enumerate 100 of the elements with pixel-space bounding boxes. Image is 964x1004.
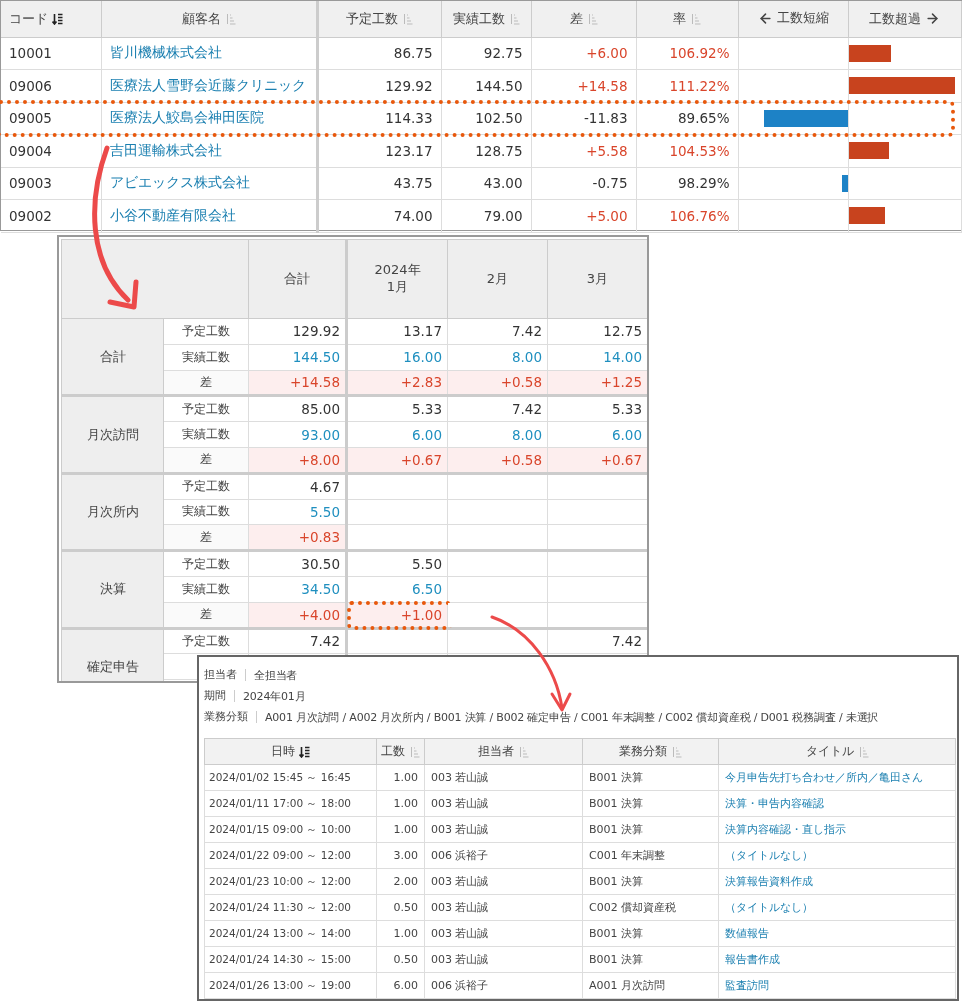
customer-link[interactable]: 吉田運輸株式会社 [101, 134, 317, 167]
value-cell: 5.33 [346, 395, 448, 422]
row-label: 実績工数 [163, 576, 249, 603]
value-cell: 34.50 [248, 576, 347, 603]
value-cell: 85.00 [248, 395, 347, 422]
sort-icon[interactable] [857, 745, 869, 758]
column-header[interactable]: 率 [673, 9, 686, 28]
value-cell: 7.42 [447, 395, 548, 422]
value-cell: 30.50 [248, 550, 347, 577]
sort-icon[interactable] [690, 12, 701, 25]
hours-cell: 0.50 [376, 894, 425, 921]
staff-cell: 003 若山誠 [424, 816, 583, 843]
diff-cell: +14.58 [531, 69, 636, 102]
category-cell: C001 年末調整 [582, 842, 719, 869]
arrow-right-icon [925, 11, 940, 27]
column-header[interactable]: 担当者 [478, 744, 514, 759]
rate-cell: 89.65% [636, 102, 738, 135]
datetime-cell: 2024/01/02 15:45 ～ 16:45 [204, 764, 377, 791]
code-cell: 09004 [1, 134, 101, 167]
title-link[interactable]: 数値報告 [718, 920, 956, 947]
sort-icon[interactable] [402, 12, 413, 25]
customer-link[interactable]: 医療法人雪野会近藤クリニック [101, 69, 317, 102]
rate-cell: 111.22% [636, 69, 738, 102]
datetime-cell: 2024/01/15 09:00 ～ 10:00 [204, 816, 377, 843]
group-label: 確定申告 [61, 628, 164, 681]
customer-link[interactable]: 皆川機械株式会社 [101, 37, 317, 70]
sort-icon[interactable] [586, 12, 598, 25]
sort-icon[interactable] [671, 745, 682, 758]
sort-descending-icon[interactable] [52, 12, 63, 25]
table-cell: 79.00 [441, 199, 531, 232]
hours-cell: 3.00 [376, 842, 425, 869]
code-cell: 09006 [1, 69, 101, 102]
category-cell: B001 決算 [582, 764, 719, 791]
datetime-cell: 2024/01/22 09:00 ～ 12:00 [204, 842, 377, 869]
code-cell: 09002 [1, 199, 101, 232]
value-cell: 6.00 [547, 421, 647, 448]
value-cell: 16.00 [346, 344, 448, 371]
title-link[interactable]: 決算内容確認・直し指示 [718, 816, 956, 843]
column-header[interactable]: 顧客名 [181, 9, 221, 28]
title-link[interactable]: （タイトルなし） [718, 894, 956, 921]
category-cell: B001 決算 [582, 790, 719, 817]
table-cell: 123.17 [317, 134, 441, 167]
column-header[interactable]: タイトル [805, 744, 854, 759]
title-link[interactable]: 監査訪問 [718, 972, 956, 999]
staff-cell: 006 浜裕子 [424, 972, 583, 999]
rate-cell: 98.29% [636, 167, 738, 200]
row-label: 実績工数 [163, 421, 249, 448]
customer-link[interactable]: 小谷不動産有限会社 [101, 199, 317, 232]
title-link[interactable]: （タイトルなし） [718, 842, 956, 869]
table-cell: 102.50 [441, 102, 531, 135]
customer-link[interactable]: アビエックス株式会社 [101, 167, 317, 200]
value-cell: +0.58 [447, 447, 548, 474]
value-cell: 6.50 [346, 576, 448, 603]
customer-link[interactable]: 医療法人鮫島会神田医院 [101, 102, 317, 135]
hours-cell: 6.00 [376, 972, 425, 999]
value-cell: 6.00 [346, 421, 448, 448]
title-link[interactable]: 報告書作成 [718, 946, 956, 973]
value-cell: 14.00 [547, 344, 647, 371]
row-label: 予定工数 [163, 395, 249, 422]
group-label: 月次所内 [61, 473, 164, 551]
rate-cell: 106.76% [636, 199, 738, 232]
staff-cell: 003 若山誠 [424, 764, 583, 791]
sort-descending-icon[interactable] [299, 745, 310, 758]
value-cell: +2.83 [346, 370, 448, 396]
row-label: 予定工数 [163, 318, 249, 345]
row-label: 実績工数 [163, 344, 249, 371]
title-link[interactable]: 決算報告資料作成 [718, 868, 956, 895]
table-cell: 114.33 [317, 102, 441, 135]
diff-cell: +6.00 [531, 37, 636, 70]
row-label: 予定工数 [163, 628, 249, 654]
category-cell: C002 償却資産税 [582, 894, 719, 921]
row-label: 差 [163, 447, 249, 474]
value-cell: 13.17 [346, 318, 448, 345]
column-header: 2024年 1月 [346, 239, 448, 319]
diff-cell: -11.83 [531, 102, 636, 135]
arrow-left-icon [757, 10, 773, 26]
hours-cell: 0.50 [376, 946, 425, 973]
value-cell: 7.42 [547, 628, 647, 654]
sort-icon[interactable] [508, 12, 520, 25]
title-link[interactable]: 決算・申告内容確認 [718, 790, 956, 817]
sort-icon[interactable] [518, 745, 529, 758]
datetime-cell: 2024/01/26 13:00 ～ 19:00 [204, 972, 377, 999]
value-cell: 4.67 [248, 473, 347, 500]
staff-cell: 003 若山誠 [424, 920, 583, 947]
diff-cell: -0.75 [531, 167, 636, 200]
column-header[interactable]: 業務分類 [619, 744, 667, 759]
sort-icon[interactable] [409, 745, 420, 758]
title-link[interactable]: 今月申告先打ち合わせ／所内／亀田さん [718, 764, 956, 791]
filter-label: 担当者 [204, 669, 246, 682]
column-header: 3月 [547, 239, 647, 319]
datetime-cell: 2024/01/23 10:00 ～ 12:00 [204, 868, 377, 895]
diff-cell: +5.58 [531, 134, 636, 167]
column-header[interactable]: 差 [569, 9, 583, 28]
sort-icon[interactable] [224, 12, 236, 25]
column-header[interactable]: 日時 [271, 744, 295, 759]
diff-cell: +5.00 [531, 199, 636, 232]
group-label: 合計 [61, 318, 164, 396]
staff-cell: 003 若山誠 [424, 790, 583, 817]
value-cell: 129.92 [248, 318, 347, 345]
table-cell: 92.75 [441, 37, 531, 70]
